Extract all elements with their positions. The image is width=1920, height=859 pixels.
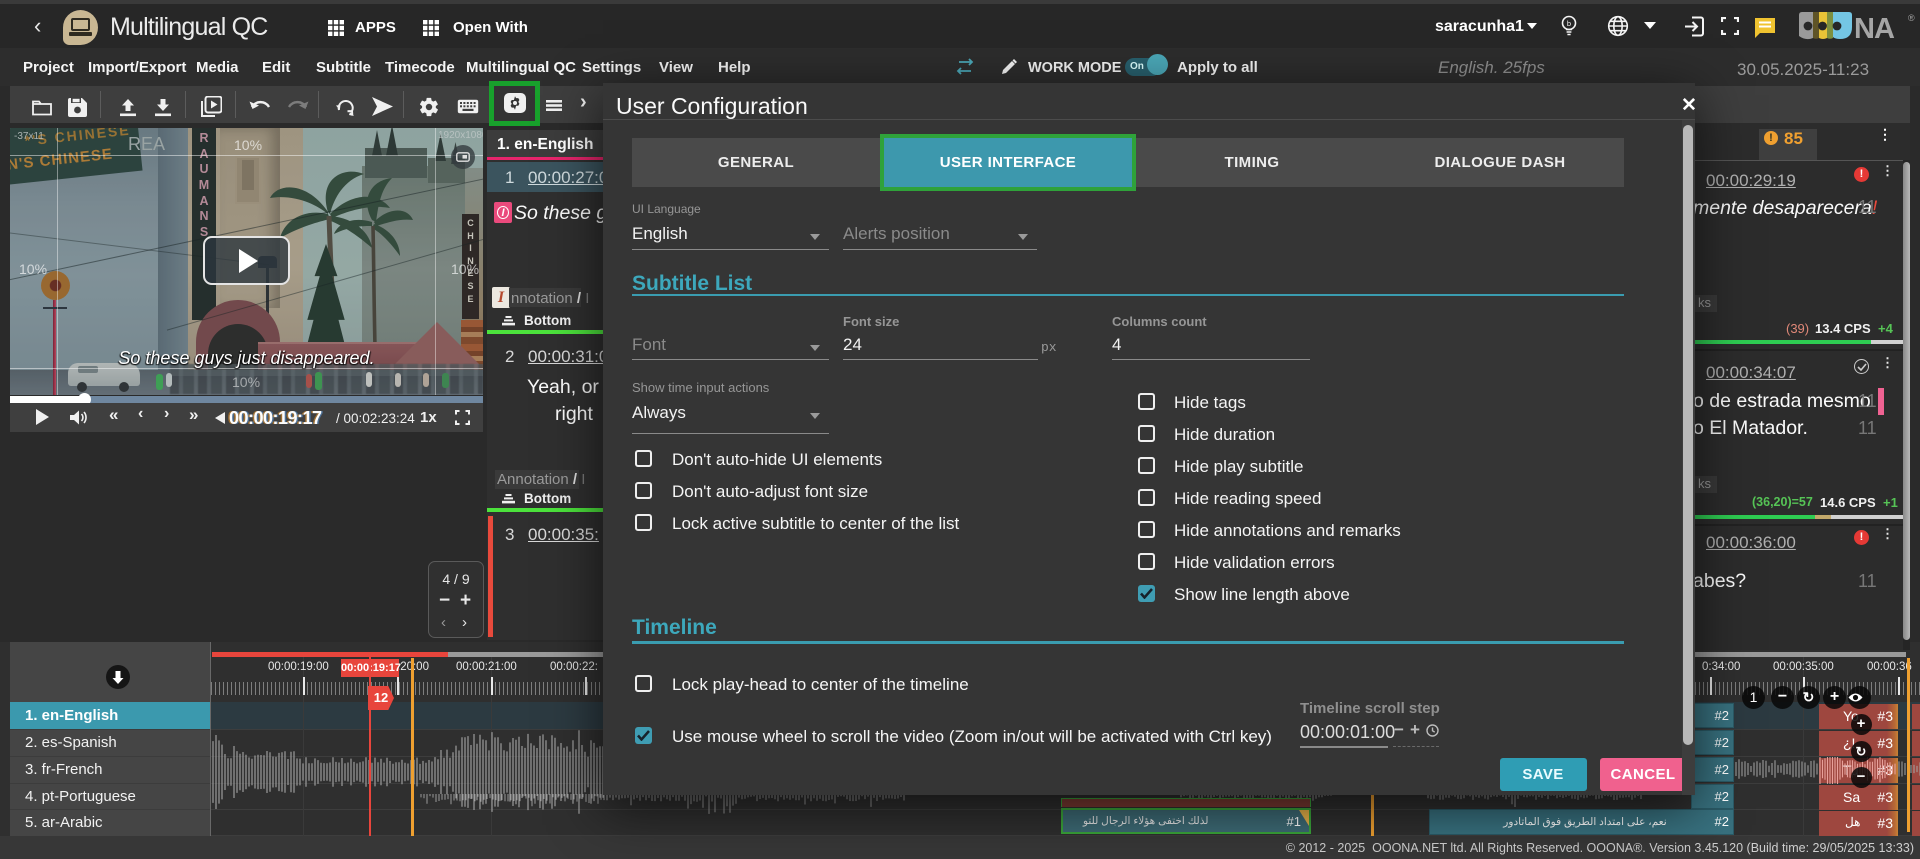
svg-text:®: ® (1908, 13, 1915, 23)
svg-text:NA: NA (1854, 13, 1895, 42)
svg-text:b: b (1567, 19, 1571, 28)
